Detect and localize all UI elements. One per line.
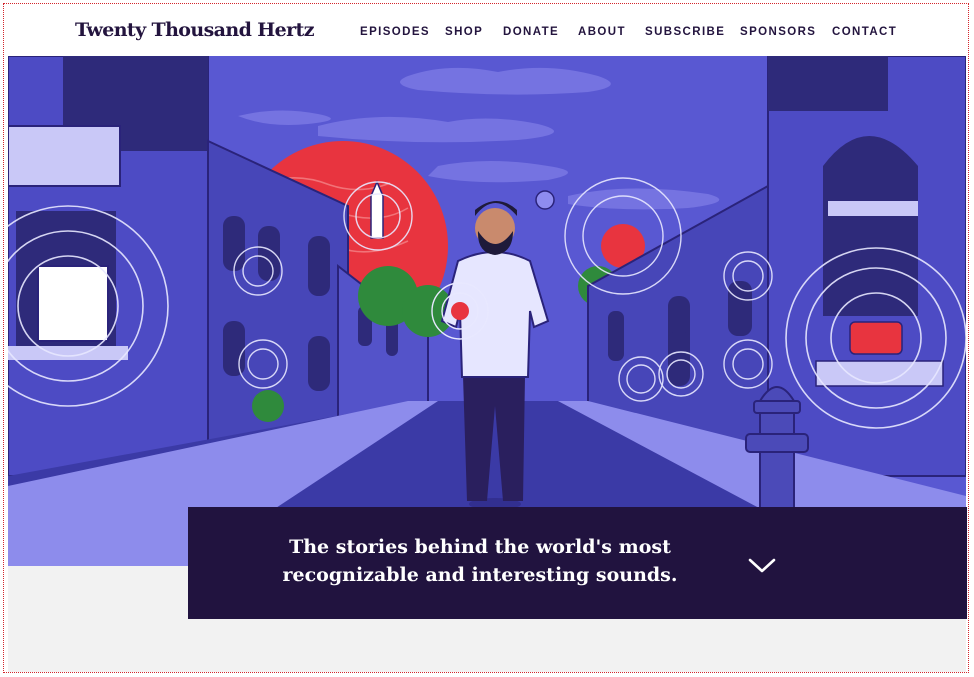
scroll-down-button[interactable] — [745, 554, 779, 576]
street-scene-illustration — [8, 56, 966, 566]
hero-tagline: The stories behind the world's most reco… — [270, 533, 690, 589]
nav-subscribe[interactable]: SUBSCRIBE — [645, 26, 725, 38]
site-logo[interactable]: Twenty Thousand Hertz — [75, 19, 315, 41]
hero-tagline-banner: The stories behind the world's most reco… — [188, 507, 967, 619]
nav-about[interactable]: ABOUT — [578, 26, 626, 38]
nav-shop[interactable]: SHOP — [445, 26, 483, 38]
tagline-line-2: recognizable and interesting sounds. — [282, 564, 678, 586]
nav-contact[interactable]: CONTACT — [832, 26, 897, 38]
chevron-down-icon — [748, 558, 776, 573]
site-header: Twenty Thousand Hertz EPISODES SHOP DONA… — [8, 8, 966, 56]
nav-sponsors[interactable]: SPONSORS — [740, 26, 816, 38]
tagline-line-1: The stories behind the world's most — [289, 536, 671, 558]
nav-episodes[interactable]: EPISODES — [360, 26, 430, 38]
nav-donate[interactable]: DONATE — [503, 26, 559, 38]
hero-illustration — [8, 56, 966, 566]
